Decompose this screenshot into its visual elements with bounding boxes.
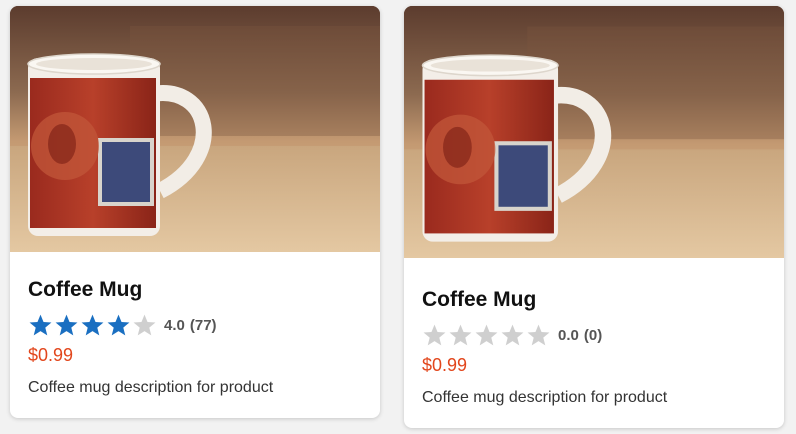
product-image[interactable] bbox=[404, 6, 784, 258]
star-empty-icon bbox=[527, 324, 550, 345]
star-empty-icon bbox=[475, 324, 498, 345]
star-rating bbox=[422, 323, 552, 348]
coffee-mug-photo bbox=[404, 6, 784, 258]
product-description: Coffee mug description for product bbox=[28, 379, 274, 396]
product-title[interactable]: Coffee Mug bbox=[28, 278, 380, 302]
star-filled-icon bbox=[107, 314, 130, 335]
review-count: (77) bbox=[189, 316, 217, 334]
star-empty-icon bbox=[423, 324, 446, 345]
star-rating bbox=[28, 313, 158, 338]
star-empty-icon bbox=[133, 314, 156, 335]
star-filled-icon bbox=[55, 314, 78, 335]
star-filled-icon bbox=[29, 314, 52, 335]
product-price: $0.99 bbox=[28, 345, 74, 365]
coffee-mug-photo bbox=[10, 6, 380, 252]
product-price: $0.99 bbox=[422, 355, 468, 375]
star-empty-icon bbox=[449, 324, 472, 345]
rating-value: 0.0 bbox=[558, 326, 579, 344]
product-image[interactable] bbox=[10, 6, 380, 252]
rating-row: 4.0 (77) bbox=[28, 312, 380, 338]
product-title[interactable]: Coffee Mug bbox=[422, 288, 784, 312]
review-count: (0) bbox=[583, 326, 603, 344]
rating-value: 4.0 bbox=[164, 316, 185, 334]
product-description: Coffee mug description for product bbox=[422, 389, 668, 406]
star-filled-icon bbox=[81, 314, 104, 335]
star-empty-icon bbox=[501, 324, 524, 345]
rating-row: 0.0 (0) bbox=[422, 322, 784, 348]
product-card[interactable]: Coffee Mug 0.0 (0) $0.99 Coffee mug desc… bbox=[404, 6, 784, 428]
product-card[interactable]: Coffee Mug 4.0 (77) $0.99 Coffee mug des… bbox=[10, 6, 380, 418]
